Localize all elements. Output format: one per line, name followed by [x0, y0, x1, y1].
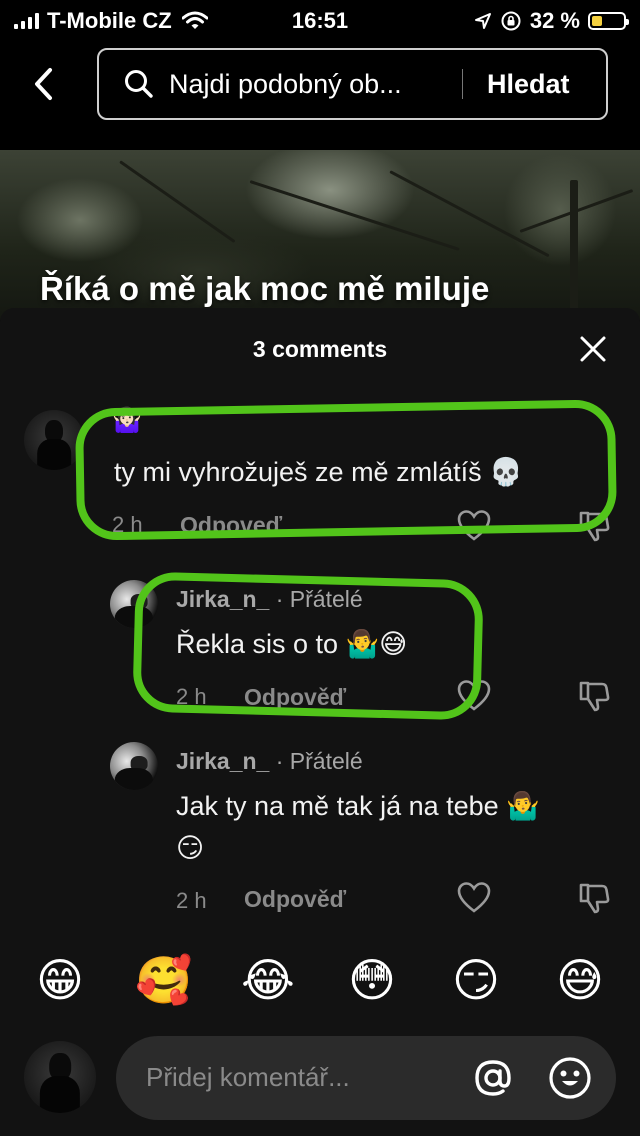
search-query[interactable]: Najdi podobný ob...	[169, 69, 444, 100]
emoji-sweat-smile-button[interactable]: 😅	[550, 950, 610, 1010]
comment-time: 2 h	[112, 512, 143, 537]
comment-emoji: 🤷🏻‍♀️	[112, 407, 142, 434]
comment-text: Jak ty na mě tak já na tebe 🤷‍♂️	[176, 791, 540, 821]
avatar[interactable]	[110, 580, 158, 628]
back-icon	[35, 68, 52, 100]
video-preview[interactable]: Říká o mě jak moc mě miluje	[0, 150, 640, 320]
comment-time: 2 h	[176, 684, 207, 709]
comment-username[interactable]: Jirka_n_ · Přátelé	[176, 748, 363, 775]
battery-percent: 32 %	[529, 8, 580, 33]
rotation-lock-icon	[501, 11, 521, 31]
username-label[interactable]: Jirka_n_	[176, 586, 269, 612]
search-icon	[125, 70, 153, 98]
avatar[interactable]	[24, 410, 84, 470]
status-bar: T-Mobile CZ 16:51 32 %	[0, 0, 640, 42]
emoji-smirk-button[interactable]: 😏	[446, 950, 506, 1010]
comments-sheet: 3 comments 🤷🏻‍♀️ ty mi vyhrožuješ ze mě …	[0, 308, 640, 1136]
tree-branch	[119, 160, 236, 244]
search-field[interactable]: Najdi podobný ob... Hledat	[97, 48, 608, 120]
search-divider	[462, 69, 463, 99]
comment-input-bar: Přidej komentář...	[0, 1036, 640, 1136]
dislike-icon[interactable]	[576, 880, 612, 916]
mention-icon[interactable]	[472, 1057, 514, 1099]
username-label[interactable]: Jirka_n_	[176, 748, 269, 774]
comment-text: ty mi vyhrožuješ ze mě zmlátíš 💀	[114, 457, 523, 487]
avatar[interactable]	[110, 742, 158, 790]
emoji-hearts-button[interactable]: 🥰	[134, 950, 194, 1010]
reply-button[interactable]: Odpověď	[244, 684, 346, 711]
video-caption: Říká o mě jak moc mě miluje	[40, 270, 490, 307]
wifi-icon	[181, 11, 208, 29]
comment-username[interactable]: Jirka_n_ · Přátelé	[176, 586, 363, 613]
heart-icon[interactable]	[456, 508, 492, 544]
reply-button[interactable]: Odpověď	[244, 886, 346, 913]
battery-icon	[588, 12, 629, 30]
comment-input[interactable]: Přidej komentář...	[116, 1036, 616, 1120]
emoji-picker-icon[interactable]	[548, 1056, 592, 1100]
search-submit-button[interactable]: Hledat	[487, 69, 570, 100]
back-button[interactable]	[22, 62, 66, 106]
comment-placeholder: Přidej komentář...	[146, 1062, 350, 1092]
emoji-flushed-button[interactable]: 😳	[342, 950, 402, 1010]
close-icon[interactable]	[576, 332, 610, 366]
battery-fill	[592, 16, 602, 26]
heart-icon[interactable]	[456, 880, 492, 916]
comment-text: Řekla sis o to 🤷‍♂️😅	[176, 629, 408, 659]
comment-time: 2 h	[176, 888, 207, 913]
location-icon	[474, 13, 491, 29]
comments-count-title: 3 comments	[252, 336, 388, 362]
friend-badge: · Přátelé	[275, 748, 363, 774]
dislike-icon[interactable]	[576, 508, 612, 544]
tree-branch	[389, 170, 550, 258]
carrier-label: T-Mobile CZ	[47, 8, 172, 33]
friend-badge: · Přátelé	[275, 586, 363, 612]
reply-button[interactable]: Odpoveď	[180, 512, 282, 539]
signal-icon	[14, 13, 39, 29]
emoji-grin-button[interactable]: 😁	[30, 950, 90, 1010]
emoji-quick-bar: 😁 🥰 😂 😳 😏 😅	[0, 950, 640, 1010]
tree-branch	[570, 180, 578, 320]
avatar	[24, 1041, 96, 1113]
search-header: Najdi podobný ob... Hledat	[0, 42, 640, 150]
heart-icon[interactable]	[456, 678, 492, 714]
comment-text: 😏	[176, 833, 205, 863]
emoji-tears-of-joy-button[interactable]: 😂	[238, 950, 298, 1010]
dislike-icon[interactable]	[576, 678, 612, 714]
